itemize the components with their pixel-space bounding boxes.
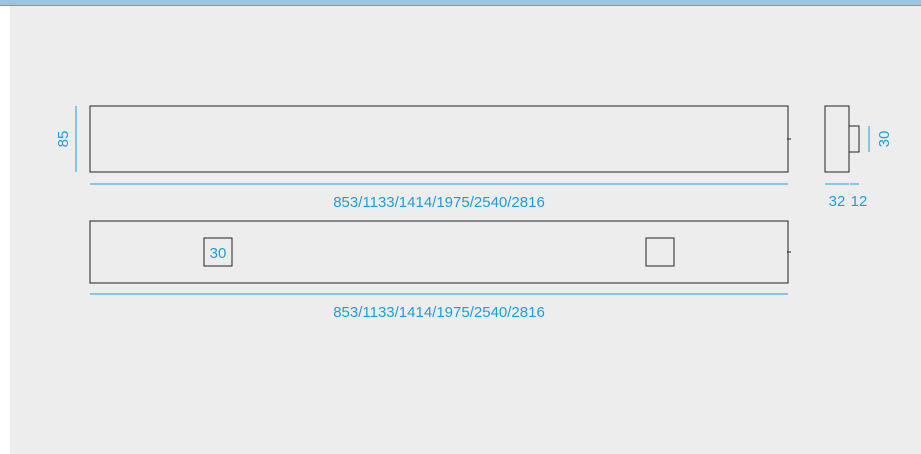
side-view-bracket xyxy=(848,125,860,153)
front-view-body xyxy=(89,105,789,173)
side-view-body xyxy=(824,105,850,173)
bracket-size-label: 30 xyxy=(210,245,227,262)
height-dimension-label: 85 xyxy=(55,131,72,148)
front-view: 85 853/1133/1414/1975/2540/2816 xyxy=(55,105,791,211)
right-mounting-bracket xyxy=(645,237,675,267)
bracket-height-dimension-label: 30 xyxy=(876,131,893,148)
front-length-dimension-label: 853/1133/1414/1975/2540/2816 xyxy=(333,194,545,211)
rear-view-body xyxy=(89,220,789,284)
technical-drawing: 85 853/1133/1414/1975/2540/2816 30 32 12… xyxy=(55,105,893,321)
rear-view: 30 853/1133/1414/1975/2540/2816 xyxy=(89,220,791,321)
depth-dimension-label: 32 xyxy=(829,193,846,210)
rear-length-dimension-label: 853/1133/1414/1975/2540/2816 xyxy=(333,304,545,321)
bracket-depth-dimension-label: 12 xyxy=(851,193,868,210)
side-view: 30 32 12 xyxy=(824,105,893,210)
